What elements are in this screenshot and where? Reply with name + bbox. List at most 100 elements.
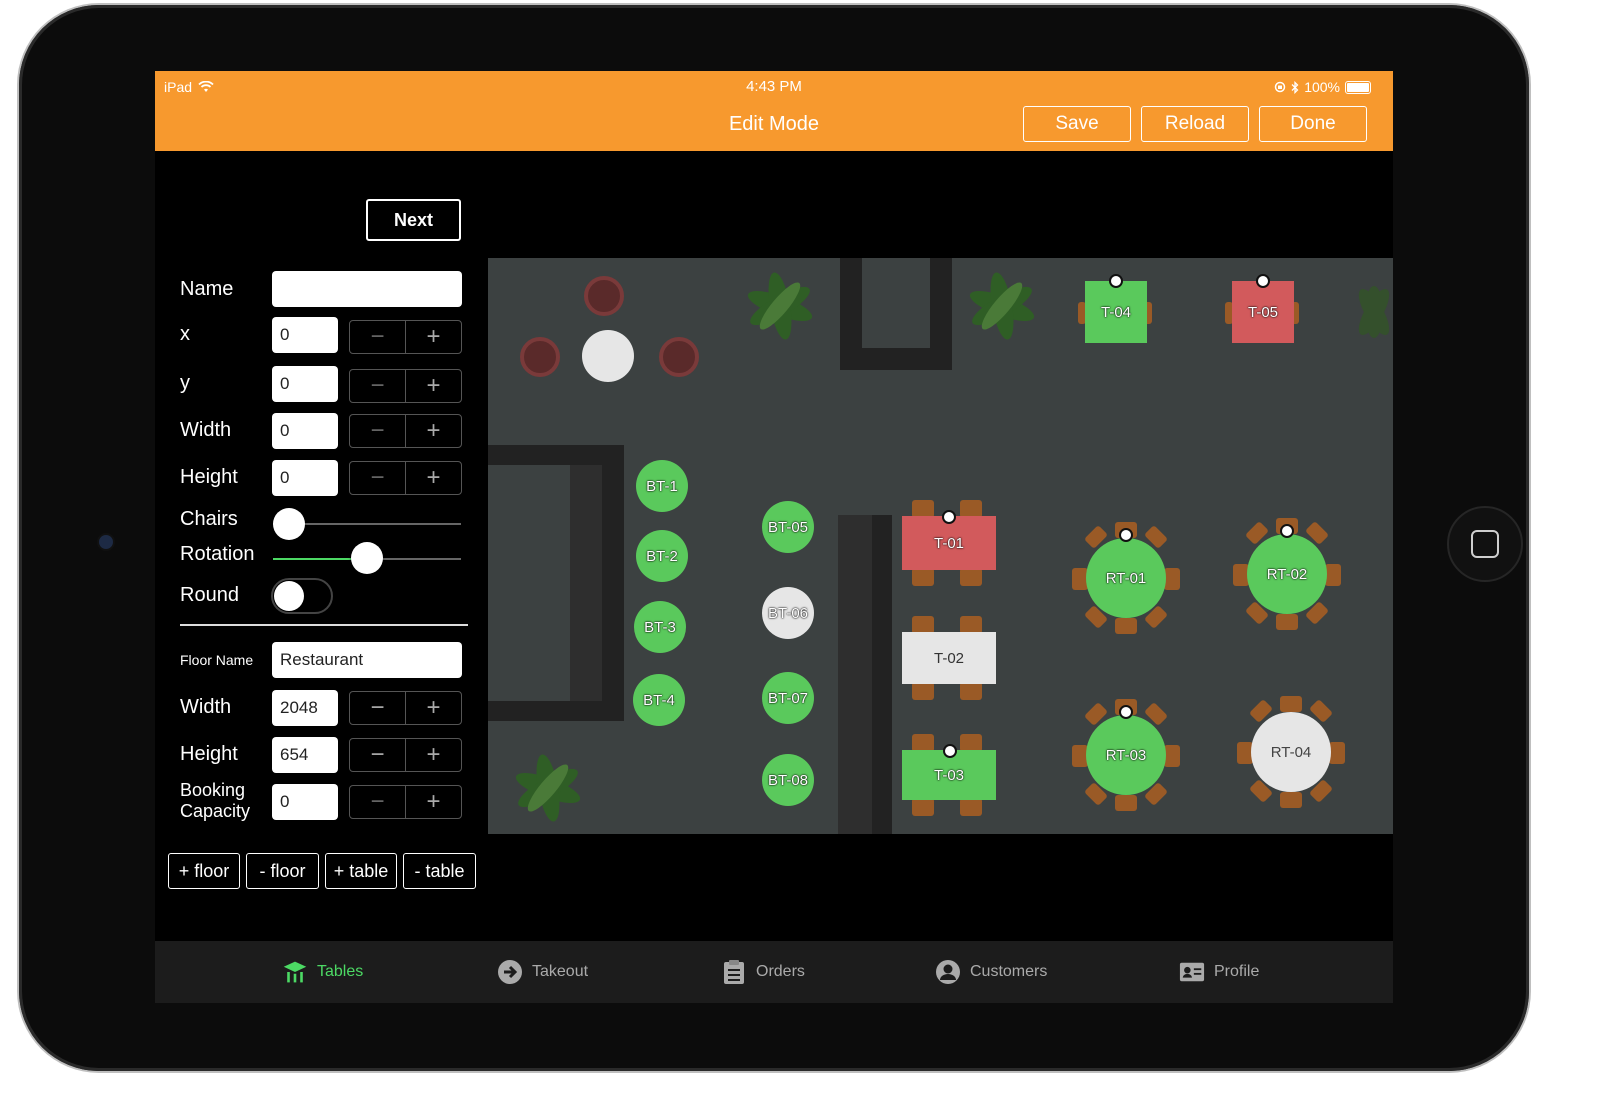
- floor-height-input[interactable]: 654: [272, 737, 338, 773]
- plant-icon: [515, 754, 581, 822]
- arrow-right-circle-icon: [497, 959, 523, 985]
- tab-profile[interactable]: Profile: [1179, 941, 1259, 1003]
- table-bt-05[interactable]: BT-05: [762, 501, 814, 553]
- done-button[interactable]: Done: [1259, 106, 1367, 142]
- chair: [960, 682, 982, 700]
- floor-height-label: Height: [180, 743, 238, 765]
- floor-width-stepper[interactable]: − +: [349, 691, 462, 725]
- chair: [912, 682, 934, 700]
- plus-icon[interactable]: +: [406, 462, 461, 494]
- chair: [912, 798, 934, 816]
- y-stepper[interactable]: − +: [349, 369, 462, 403]
- table-t-04[interactable]: T-04: [1085, 281, 1147, 343]
- tab-customers[interactable]: Customers: [935, 941, 1047, 1003]
- x-label: x: [180, 323, 190, 345]
- tab-takeout[interactable]: Takeout: [497, 941, 588, 1003]
- booking-capacity-label: Booking Capacity: [180, 780, 250, 822]
- minus-icon[interactable]: −: [350, 370, 406, 402]
- minus-icon[interactable]: −: [350, 321, 406, 353]
- chairs-label: Chairs: [180, 508, 238, 530]
- chairs-slider-knob[interactable]: [273, 508, 305, 540]
- plant-icon: [969, 272, 1035, 340]
- add-table-button[interactable]: + table: [325, 853, 397, 889]
- clock-icon: [1119, 705, 1133, 719]
- minus-icon[interactable]: −: [350, 692, 406, 724]
- table-bt-1[interactable]: BT-1: [636, 460, 688, 512]
- plant-icon: [1358, 286, 1390, 338]
- plus-icon[interactable]: +: [406, 370, 461, 402]
- remove-floor-button[interactable]: - floor: [246, 853, 319, 889]
- floor-width-input[interactable]: 2048: [272, 690, 338, 726]
- height-stepper[interactable]: − +: [349, 461, 462, 495]
- table-bt-4[interactable]: BT-4: [633, 674, 685, 726]
- rotation-slider-knob[interactable]: [351, 542, 383, 574]
- minus-icon[interactable]: −: [350, 462, 406, 494]
- status-right: 100%: [1274, 79, 1371, 95]
- bar-counter: [602, 445, 624, 721]
- height-input[interactable]: 0: [272, 460, 338, 496]
- floor-plan[interactable]: T-04 T-05 BT-1 BT-2 BT-3 BT-4 BT-05 BT-0…: [488, 258, 1393, 834]
- table-bt-2[interactable]: BT-2: [636, 530, 688, 582]
- minus-icon[interactable]: −: [350, 739, 406, 771]
- plus-icon[interactable]: +: [406, 692, 461, 724]
- chair: [1325, 564, 1341, 586]
- id-card-icon: [1179, 959, 1205, 985]
- table-bt-3[interactable]: BT-3: [634, 601, 686, 653]
- plus-icon[interactable]: +: [406, 739, 461, 771]
- home-button[interactable]: [1447, 506, 1523, 582]
- add-floor-button[interactable]: + floor: [168, 853, 240, 889]
- name-input[interactable]: [272, 271, 462, 307]
- plus-icon[interactable]: +: [406, 786, 461, 818]
- booking-capacity-input[interactable]: 0: [272, 784, 338, 820]
- table-t-02[interactable]: T-02: [902, 632, 996, 684]
- chair: [1115, 618, 1137, 634]
- minus-icon[interactable]: −: [350, 786, 406, 818]
- round-toggle[interactable]: [271, 578, 333, 614]
- chair: [1329, 742, 1345, 764]
- clock-icon: [1280, 524, 1294, 538]
- lounge-table[interactable]: [582, 330, 634, 382]
- floor-height-stepper[interactable]: − +: [349, 738, 462, 772]
- battery-icon: [1345, 80, 1371, 94]
- plus-icon[interactable]: +: [406, 415, 461, 447]
- plant-icon: [747, 272, 813, 340]
- tab-tables[interactable]: Tables: [282, 941, 363, 1003]
- booking-capacity-stepper[interactable]: − +: [349, 785, 462, 819]
- bar-counter: [488, 701, 624, 721]
- next-button[interactable]: Next: [366, 199, 461, 241]
- width-input[interactable]: 0: [272, 413, 338, 449]
- table-rt-02[interactable]: RT-02: [1247, 534, 1327, 614]
- tab-profile-label: Profile: [1214, 963, 1260, 980]
- table-t-05[interactable]: T-05: [1232, 281, 1294, 343]
- clock-icon: [1119, 528, 1133, 542]
- width-stepper[interactable]: − +: [349, 414, 462, 448]
- y-input[interactable]: 0: [272, 366, 338, 402]
- table-rt-01[interactable]: RT-01: [1086, 538, 1166, 618]
- chair: [1164, 568, 1180, 590]
- tab-takeout-label: Takeout: [532, 963, 589, 980]
- save-button[interactable]: Save: [1023, 106, 1131, 142]
- table-rt-04[interactable]: RT-04: [1251, 712, 1331, 792]
- chair: [1280, 792, 1302, 808]
- home-square-icon: [1471, 530, 1499, 558]
- tab-orders[interactable]: Orders: [721, 941, 805, 1003]
- chair: [1280, 696, 1302, 712]
- clock-icon: [942, 510, 956, 524]
- table-rt-03[interactable]: RT-03: [1086, 715, 1166, 795]
- floor-name-input[interactable]: Restaurant: [272, 642, 462, 678]
- plus-icon[interactable]: +: [406, 321, 461, 353]
- table-bt-07[interactable]: BT-07: [762, 672, 814, 724]
- tab-orders-label: Orders: [756, 963, 805, 980]
- x-stepper[interactable]: − +: [349, 320, 462, 354]
- reload-button[interactable]: Reload: [1141, 106, 1249, 142]
- tables-icon: [282, 959, 308, 985]
- bluetooth-icon: [1291, 80, 1299, 94]
- floor-width-label: Width: [180, 696, 232, 718]
- table-t-01[interactable]: T-01: [902, 516, 996, 570]
- x-input[interactable]: 0: [272, 317, 338, 353]
- table-bt-08[interactable]: BT-08: [762, 754, 814, 806]
- minus-icon[interactable]: −: [350, 415, 406, 447]
- remove-table-button[interactable]: - table: [403, 853, 476, 889]
- table-bt-06[interactable]: BT-06: [762, 587, 814, 639]
- round-label: Round: [180, 584, 239, 606]
